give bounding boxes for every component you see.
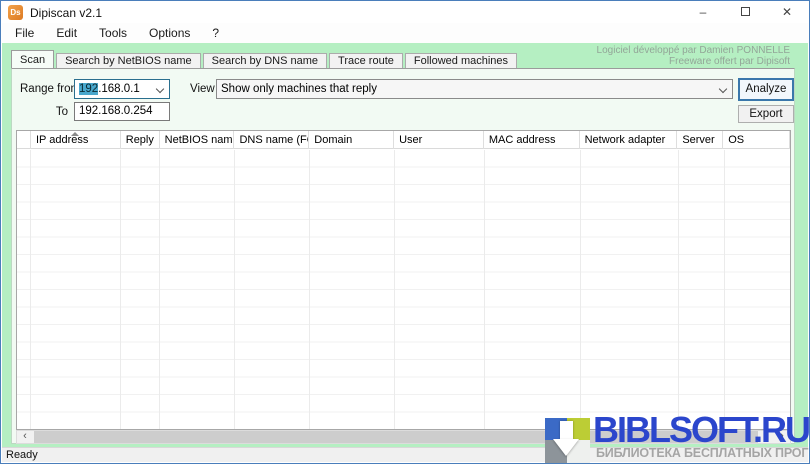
grid-column-line	[724, 150, 725, 429]
close-icon: ✕	[782, 5, 792, 19]
view-dropdown-value: Show only machines that reply	[221, 80, 377, 98]
sort-ascending-icon	[71, 132, 79, 136]
scroll-left-icon: ‹	[23, 430, 27, 442]
chevron-down-icon	[719, 85, 727, 93]
grid-column-line	[580, 150, 581, 429]
to-label: To	[40, 102, 68, 122]
scroll-left-button[interactable]: ‹	[17, 431, 33, 443]
credits-text: Logiciel développé par Damien PONNELLE F…	[597, 45, 790, 67]
column-header-reply[interactable]: Reply	[121, 131, 160, 149]
credits-line2: Freeware offert par Dipisoft	[597, 56, 790, 67]
close-button[interactable]: ✕	[766, 2, 808, 23]
app-window: Ds Dipiscan v2.1 – ✕ FileEditToolsOption…	[0, 0, 810, 464]
column-header-os[interactable]: OS	[723, 131, 790, 149]
to-value: 192.168.0.254	[79, 103, 153, 120]
tab-trace-route[interactable]: Trace route	[329, 53, 403, 68]
watermark-title: BIBLSOFT.RU	[593, 409, 809, 451]
scan-tab-page: Range from 192.168.0.1 View Show only ma…	[11, 68, 795, 444]
column-header-user[interactable]: User	[394, 131, 484, 149]
results-table: IP addressReplyNetBIOS nameDNS name (FQD…	[16, 130, 791, 430]
column-header-domain[interactable]: Domain	[309, 131, 394, 149]
watermark: BIBLSOFT.RU БИБЛИОТЕКА БЕСПЛАТНЫХ ПРОГРА…	[543, 413, 810, 464]
chevron-down-icon	[156, 85, 164, 93]
grid-column-line	[309, 150, 310, 429]
tab-search-by-dns-name[interactable]: Search by DNS name	[203, 53, 327, 68]
table-body	[17, 150, 790, 429]
column-header-dns-name[interactable]: DNS name (FQ	[234, 131, 309, 149]
to-input[interactable]: 192.168.0.254	[74, 102, 170, 121]
title-bar[interactable]: Ds Dipiscan v2.1 – ✕	[2, 2, 808, 23]
range-from-value: 192.168.0.1	[79, 80, 140, 98]
range-from-selected-text: 192	[79, 83, 98, 95]
column-header-netbios-name[interactable]: NetBIOS name	[160, 131, 235, 149]
grid-column-line	[30, 150, 31, 429]
menu-item-options[interactable]: Options	[138, 23, 201, 43]
maximize-icon	[741, 7, 750, 16]
grid-column-line	[159, 150, 160, 429]
client-area: Logiciel développé par Damien PONNELLE F…	[2, 43, 808, 449]
range-from-input[interactable]: 192.168.0.1	[74, 79, 170, 99]
range-from-rest-text: .168.0.1	[98, 83, 140, 95]
view-dropdown[interactable]: Show only machines that reply	[216, 79, 733, 99]
tab-strip: ScanSearch by NetBIOS nameSearch by DNS …	[11, 50, 519, 68]
minimize-button[interactable]: –	[682, 2, 724, 23]
tab-followed-machines[interactable]: Followed machines	[405, 53, 517, 68]
grid-column-line	[484, 150, 485, 429]
minimize-icon: –	[700, 5, 707, 19]
column-header-server[interactable]: Server	[677, 131, 723, 149]
column-header-network-adapter[interactable]: Network adapter	[580, 131, 678, 149]
column-header-mac-address[interactable]: MAC address	[484, 131, 580, 149]
menu-item-file[interactable]: File	[4, 23, 45, 43]
grid-column-line	[678, 150, 679, 429]
watermark-subtitle: БИБЛИОТЕКА БЕСПЛАТНЫХ ПРОГРАММ	[596, 446, 810, 460]
grid-column-line	[120, 150, 121, 429]
menu-item-edit[interactable]: Edit	[45, 23, 88, 43]
grid-column-line	[234, 150, 235, 429]
credits-line1: Logiciel développé par Damien PONNELLE	[597, 45, 790, 56]
status-text: Ready	[6, 449, 38, 461]
tab-scan[interactable]: Scan	[11, 50, 54, 68]
column-header-ip-address[interactable]: IP address	[31, 131, 121, 149]
window-title: Dipiscan v2.1	[30, 6, 102, 20]
app-icon: Ds	[8, 5, 23, 20]
maximize-button[interactable]	[724, 2, 766, 23]
biblsoft-logo-icon	[545, 418, 590, 463]
download-arrow-icon	[560, 421, 573, 439]
analyze-button[interactable]: Analyze	[738, 78, 794, 101]
tab-search-by-netbios-name[interactable]: Search by NetBIOS name	[56, 53, 201, 68]
menu-item-tools[interactable]: Tools	[88, 23, 138, 43]
view-label: View	[190, 79, 215, 99]
column-header-row-selector[interactable]	[17, 131, 31, 149]
export-button[interactable]: Export	[738, 105, 794, 123]
grid-column-line	[394, 150, 395, 429]
menu-bar: FileEditToolsOptions?	[2, 23, 808, 43]
menu-item-help[interactable]: ?	[201, 23, 230, 43]
range-from-label: Range from	[20, 79, 80, 99]
table-header-row: IP addressReplyNetBIOS nameDNS name (FQD…	[17, 131, 790, 149]
